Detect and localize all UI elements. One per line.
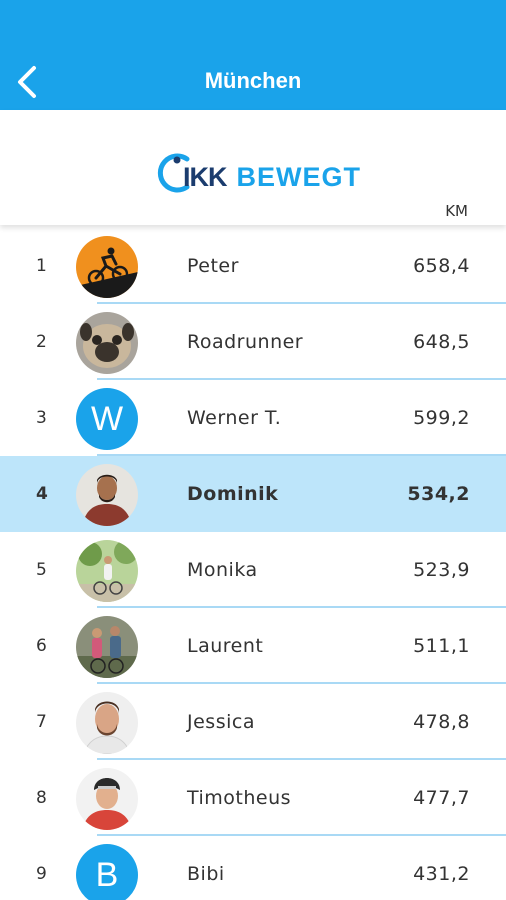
- man-avatar-icon: [76, 464, 138, 526]
- participant-name: Monika: [187, 559, 258, 581]
- top-bar: München: [0, 0, 506, 110]
- couple-bike-avatar-icon: [76, 616, 138, 678]
- km-value: 511,1: [413, 635, 470, 657]
- leaderboard-list: 1 Peter 658,4 2 Roadrunner 648,5 3 W Wer…: [0, 228, 506, 900]
- cyclist-avatar-icon: [76, 236, 138, 298]
- rank-number: 8: [36, 788, 47, 808]
- participant-name: Jessica: [187, 711, 255, 733]
- km-value: 477,7: [413, 787, 470, 809]
- km-value: 658,4: [413, 255, 470, 277]
- km-value: 478,8: [413, 711, 470, 733]
- avatar: [76, 692, 138, 754]
- ikk-bewegt-logo: IKK BEWEGT: [157, 148, 361, 198]
- leaderboard-row[interactable]: 5 Monika 523,9: [0, 532, 506, 608]
- participant-name: Peter: [187, 255, 239, 277]
- rank-number: 9: [36, 864, 47, 884]
- page-title: München: [204, 68, 302, 93]
- km-value: 431,2: [413, 863, 470, 885]
- leaderboard-row[interactable]: 7 Jessica 478,8: [0, 684, 506, 760]
- km-value: 523,9: [413, 559, 470, 581]
- leaderboard-row-current-user[interactable]: 4 Dominik 534,2: [0, 456, 506, 532]
- helmet-man-avatar-icon: [76, 768, 138, 830]
- rank-number: 5: [36, 560, 47, 580]
- avatar: [76, 464, 138, 526]
- avatar: W: [76, 388, 138, 450]
- avatar: B: [76, 844, 138, 900]
- rank-number: 7: [36, 712, 47, 732]
- avatar: [76, 768, 138, 830]
- logo-text-bewegt: BEWEGT: [236, 161, 361, 192]
- man-portrait-avatar-icon: [76, 692, 138, 754]
- avatar: [76, 540, 138, 602]
- km-value: 534,2: [407, 483, 470, 505]
- rank-number: 3: [36, 408, 47, 428]
- avatar: [76, 236, 138, 298]
- participant-name: Bibi: [187, 863, 225, 885]
- km-column-header: KM: [445, 202, 468, 220]
- participant-name: Werner T.: [187, 407, 282, 429]
- logo-text-ikk: IKK: [183, 161, 227, 192]
- km-value: 599,2: [413, 407, 470, 429]
- leaderboard-row[interactable]: 3 W Werner T. 599,2: [0, 380, 506, 456]
- leaderboard-row[interactable]: 2 Roadrunner 648,5: [0, 304, 506, 380]
- participant-name: Roadrunner: [187, 331, 304, 353]
- leaderboard-row[interactable]: 8 Timotheus 477,7: [0, 760, 506, 836]
- rank-number: 6: [36, 636, 47, 656]
- avatar: [76, 616, 138, 678]
- logo-header: IKK BEWEGT KM: [0, 110, 506, 225]
- participant-name: Laurent: [187, 635, 264, 657]
- leaderboard-row[interactable]: 9 B Bibi 431,2: [0, 836, 506, 900]
- participant-name: Timotheus: [187, 787, 292, 809]
- leaderboard-row[interactable]: 6 Laurent 511,1: [0, 608, 506, 684]
- participant-name: Dominik: [187, 483, 279, 505]
- rank-number: 2: [36, 332, 47, 352]
- leaderboard-row[interactable]: 1 Peter 658,4: [0, 228, 506, 304]
- rank-number: 1: [36, 256, 47, 276]
- rank-number: 4: [36, 484, 48, 504]
- pug-avatar-icon: [76, 312, 138, 374]
- woman-bike-avatar-icon: [76, 540, 138, 602]
- km-value: 648,5: [413, 331, 470, 353]
- avatar: [76, 312, 138, 374]
